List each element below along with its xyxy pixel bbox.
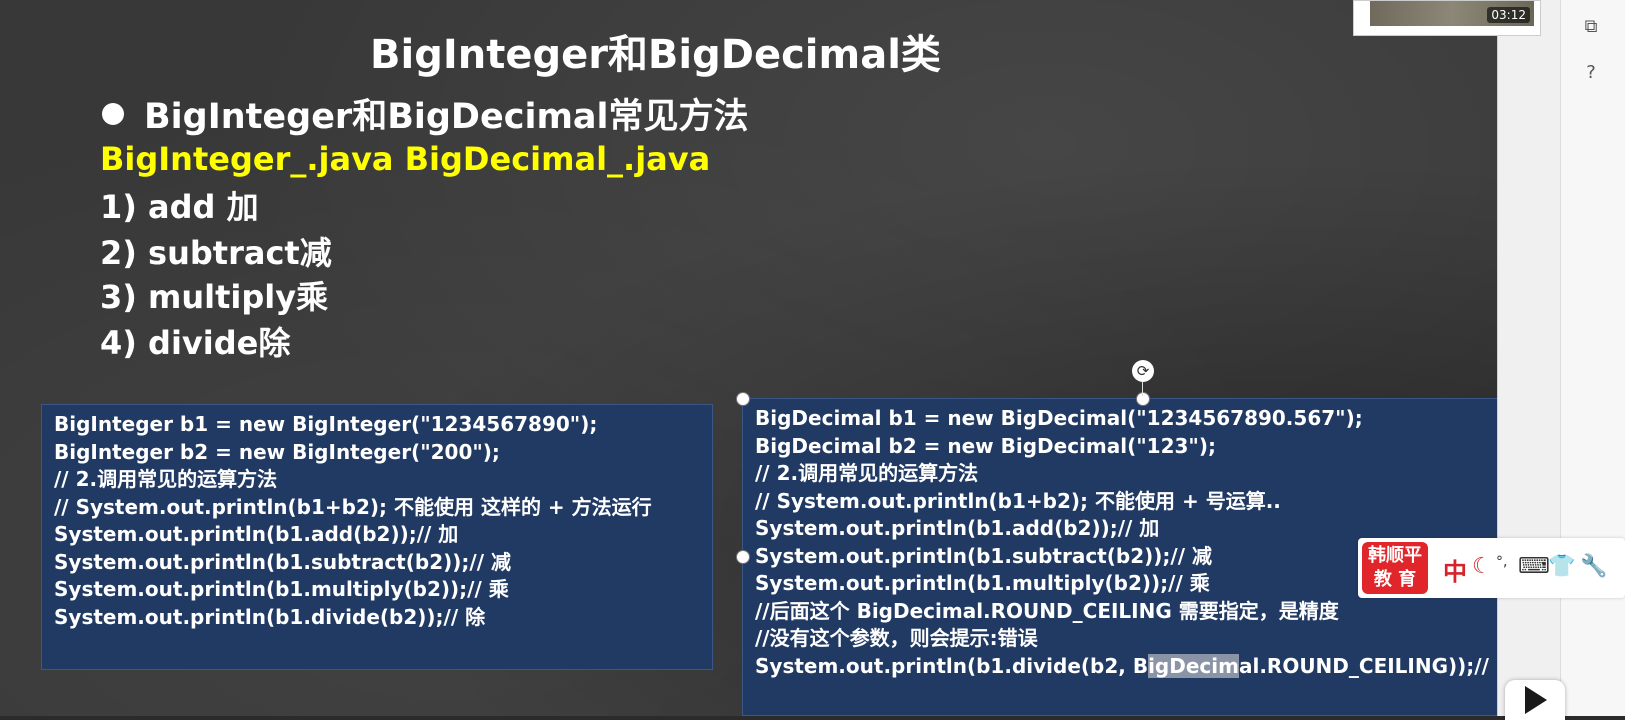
shirt-icon[interactable]: 👕 [1548, 554, 1575, 579]
play-button[interactable] [1505, 680, 1565, 720]
resize-handle-top-center[interactable] [1136, 392, 1150, 406]
code-line: // 2.调用常见的运算方法 [755, 461, 979, 485]
code-line: System.out.println(b1.multiply(b2));// 乘 [54, 577, 509, 601]
code-line: BigInteger b2 = new BigInteger("200"); [54, 439, 500, 464]
text-selection[interactable]: igDecim [1148, 653, 1239, 678]
window-switch-icon[interactable]: ⧉ [1580, 16, 1602, 38]
play-icon [1525, 686, 1547, 714]
code-line: BigDecimal b1 = new BigDecimal("12345678… [755, 406, 1363, 430]
code-line: System.out.println(b1.add(b2));// 加 [54, 522, 459, 546]
files-line: BigInteger_.java BigDecimal_.java [100, 140, 711, 178]
ime-logo[interactable]: 韩顺平 教 育 [1362, 542, 1428, 594]
rotate-connector [1142, 382, 1143, 396]
code-line: // System.out.println(b1+b2); 不能使用 + 号运算… [755, 488, 1281, 513]
code-line: BigInteger b1 = new BigInteger("12345678… [54, 412, 598, 436]
code-box-biginteger[interactable]: BigInteger b1 = new BigInteger("12345678… [41, 404, 713, 670]
slide-title: BigInteger和BigDecimal类 [370, 32, 941, 78]
code-line-divide: System.out.println(b1.divide(b2, BigDeci… [755, 653, 1526, 681]
ime-toolbar[interactable]: 韩顺平 教 育 中 ☾ °, ⌨ 👕 🔧 [1358, 538, 1625, 598]
ime-lang-toggle[interactable]: 中 [1443, 552, 1467, 587]
code-line: BigDecimal b2 = new BigDecimal("123"); [755, 433, 1216, 458]
code-line: // 2.调用常见的运算方法 [54, 467, 278, 491]
video-timestamp: 03:12 [1487, 7, 1530, 23]
slide-canvas: BigInteger和BigDecimal类 BigInteger和BigDec… [0, 0, 1539, 716]
bullet-heading: BigInteger和BigDecimal常见方法 [96, 88, 749, 139]
punctuation-icon[interactable]: °, [1496, 554, 1507, 570]
ime-logo-bottom: 教 育 [1373, 569, 1417, 590]
code-line: System.out.println(b1.divide(b2));// 除 [54, 604, 486, 629]
method-item-multiply: 3) multiply乘 [100, 278, 329, 316]
wrench-icon[interactable]: 🔧 [1580, 554, 1607, 579]
rotate-icon[interactable]: ⟳ [1132, 360, 1154, 382]
bullet-heading-text: BigInteger和BigDecimal常见方法 [144, 97, 749, 137]
moon-icon[interactable]: ☾ [1472, 554, 1492, 579]
bullet-dot-icon [102, 102, 124, 125]
code-line: System.out.println(b1.subtract(b2));// 减 [54, 549, 511, 574]
side-toolbar [1560, 0, 1625, 716]
code-text: System.out.println(b1.divide(b2, B [755, 653, 1149, 678]
keyboard-icon[interactable]: ⌨ [1518, 554, 1550, 579]
code-line: // System.out.println(b1+b2); 不能使用 这样的 +… [54, 494, 652, 519]
code-line: //后面这个 BigDecimal.ROUND_CEILING 需要指定，是精度 [755, 598, 1339, 623]
resize-handle-middle-left[interactable] [736, 550, 750, 564]
ime-logo-top: 韩顺平 [1368, 545, 1422, 566]
method-item-divide: 4) divide除 [100, 324, 291, 362]
resize-handle-top-left[interactable] [736, 392, 750, 406]
code-line: //没有这个参数，则会提示:错误 [755, 626, 1038, 650]
video-thumbnail[interactable]: 03:12 [1353, 0, 1541, 36]
method-item-subtract: 2) subtract减 [100, 234, 332, 272]
code-text: al.ROUND_CEILING));// 除 [1238, 653, 1516, 678]
method-item-add: 1) add 加 [100, 188, 259, 226]
help-icon[interactable]: ? [1580, 62, 1602, 84]
